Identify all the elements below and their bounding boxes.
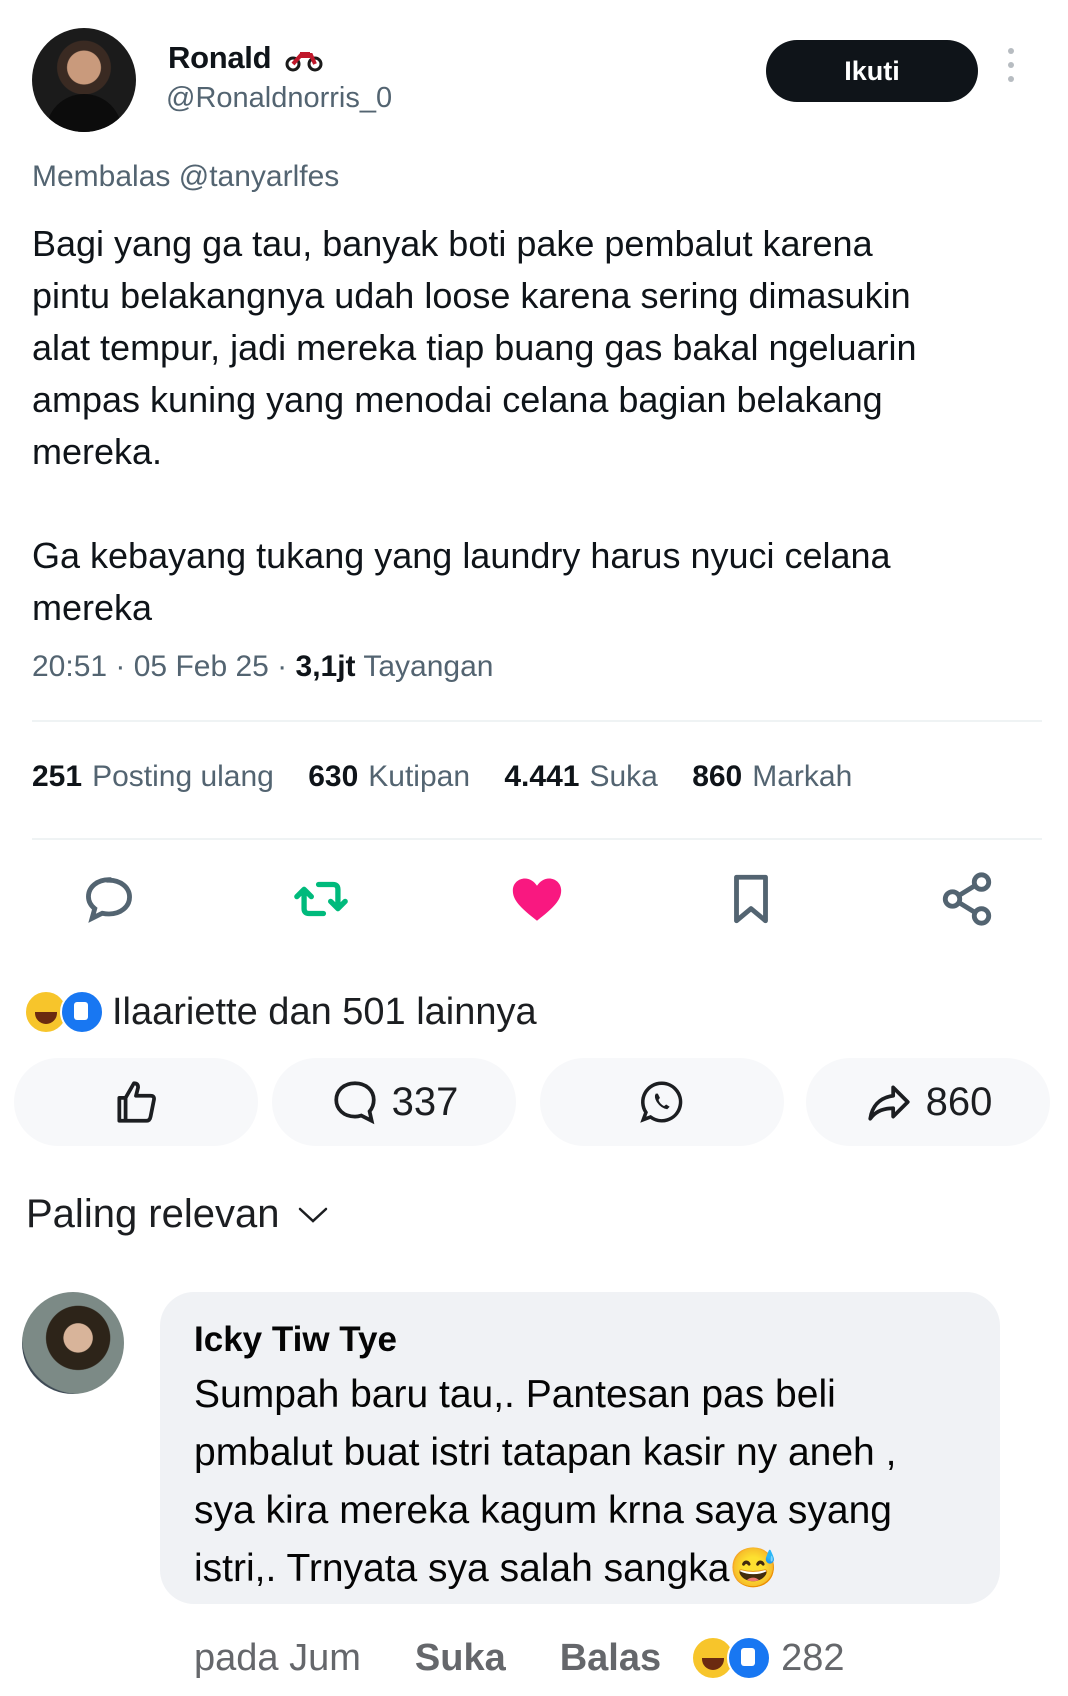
share-count: 860 <box>925 1079 993 1124</box>
sort-dropdown[interactable]: Paling relevan <box>26 1192 330 1237</box>
comment-bubble-icon <box>333 1081 376 1125</box>
more-options-icon[interactable] <box>1008 48 1016 88</box>
chevron-down-icon <box>298 1207 327 1223</box>
reply-icon[interactable] <box>80 870 138 928</box>
reaction-summary[interactable]: Ilaariette dan 501 lainnya <box>24 990 537 1034</box>
comment-like-button[interactable]: Suka <box>415 1637 506 1680</box>
comment-reaction-count: 282 <box>781 1636 845 1679</box>
author-avatar[interactable] <box>32 28 136 132</box>
follow-button[interactable]: Ikuti <box>766 40 978 102</box>
divider <box>32 838 1042 840</box>
bookmark-icon[interactable] <box>722 870 780 928</box>
author-handle[interactable]: @Ronaldnorris_0 <box>166 82 392 115</box>
replying-to: Membalas @tanyarlfes <box>32 160 339 194</box>
comment-reply-button[interactable]: Balas <box>560 1637 661 1680</box>
reply-prefix: Membalas <box>32 160 171 193</box>
comment-text: Sumpah baru tau,. Pantesan pas beli pmba… <box>194 1373 897 1590</box>
reactors-text: Ilaariette dan 501 lainnya <box>112 990 537 1033</box>
share-icon[interactable] <box>938 870 996 928</box>
views-count: 3,1jt <box>295 650 356 683</box>
comment-count: 337 <box>391 1079 459 1124</box>
stat-reposts[interactable]: 251 Posting ulang <box>32 760 274 793</box>
comment-footer: pada Jum Suka Balas 282 <box>194 1636 845 1680</box>
share-button[interactable]: 860 <box>806 1058 1050 1146</box>
comment-author[interactable]: Icky Tiw Tye <box>194 1320 397 1360</box>
whatsapp-share-button[interactable] <box>540 1058 784 1146</box>
comment-time: pada Jum <box>194 1636 361 1679</box>
thumbs-up-icon <box>117 1081 156 1123</box>
retweet-icon[interactable] <box>292 870 350 928</box>
like-reaction-icon <box>727 1636 772 1680</box>
author-name[interactable]: Ronald <box>168 40 324 76</box>
tweet-meta: 20:51 · 05 Feb 25 · 3,1jt Tayangan <box>32 650 493 684</box>
sort-label: Paling relevan <box>26 1192 280 1236</box>
stat-bookmarks[interactable]: 860 Markah <box>692 760 852 793</box>
like-heart-icon[interactable] <box>508 870 566 928</box>
tweet-timestamp[interactable]: 20:51 · 05 Feb 25 · <box>32 650 287 683</box>
stat-quotes[interactable]: 630 Kutipan <box>308 760 470 793</box>
comment-button[interactable]: 337 <box>272 1058 516 1146</box>
commenter-avatar[interactable] <box>22 1292 124 1394</box>
comment-reactions[interactable]: 282 <box>691 1636 845 1680</box>
like-button[interactable] <box>14 1058 258 1146</box>
tweet-stats: 251 Posting ulang 630 Kutipan 4.441 Suka 86… <box>32 760 878 794</box>
reply-mention-link[interactable]: @tanyarlfes <box>179 160 340 193</box>
author-name-text: Ronald <box>168 40 272 75</box>
share-arrow-icon <box>868 1085 910 1121</box>
like-reaction-icon <box>60 990 104 1034</box>
stat-likes[interactable]: 4.441 Suka <box>504 760 657 793</box>
tweet-text: Bagi yang ga tau, banyak boti pake pemba… <box>32 223 917 628</box>
motorcycle-icon <box>285 51 323 72</box>
whatsapp-icon <box>640 1081 683 1123</box>
views-label: Tayangan <box>363 650 494 683</box>
divider <box>32 720 1042 722</box>
